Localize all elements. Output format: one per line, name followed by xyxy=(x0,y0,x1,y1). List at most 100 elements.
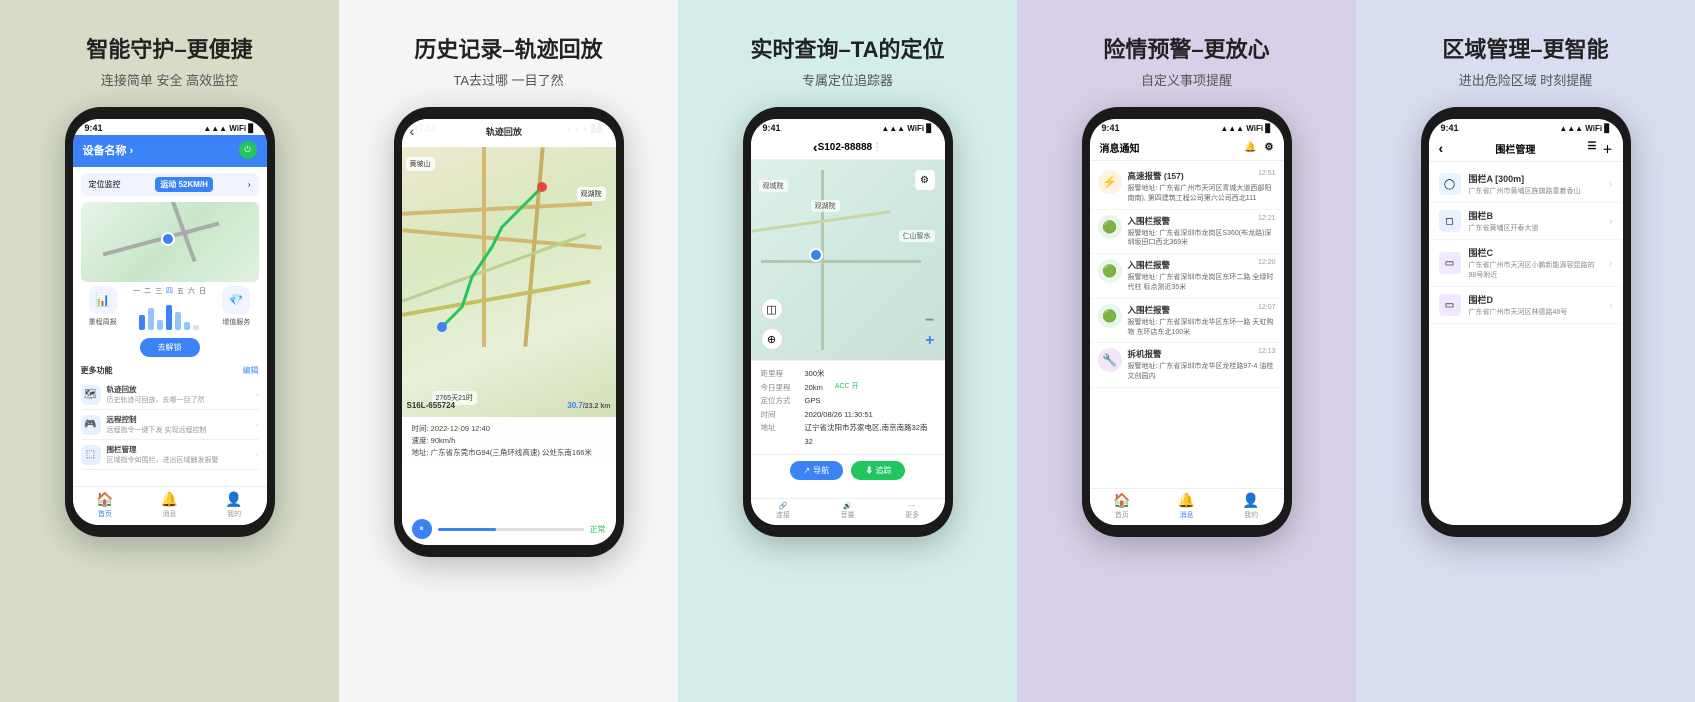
p3-app-header: ‹ S102-88888 ⋮ xyxy=(751,135,945,160)
p4-bottom-navigation: 🏠 首页 🔔 消息 👤 我的 xyxy=(1090,488,1284,525)
p2-info-speed: 速度: 90km/h xyxy=(412,435,606,447)
p4-bell-icon[interactable]: 🔔 xyxy=(1244,142,1256,153)
bar-chart-bar xyxy=(157,320,163,330)
fence-rect-icon-2: ▭ xyxy=(1439,294,1461,316)
person-icon: 👤 xyxy=(1242,492,1259,509)
nav-profile[interactable]: 👤 我的 xyxy=(225,491,242,519)
zoom-in-button[interactable]: + xyxy=(925,332,934,350)
p3-distance: 300米 xyxy=(805,367,825,381)
premium-icon: 💎 xyxy=(222,286,250,314)
fence-poly-icon: ◻ xyxy=(1439,210,1461,232)
p3-more-icon[interactable]: ⋮ xyxy=(872,142,882,153)
fence-name: 围栏D xyxy=(1469,293,1602,306)
p1-more-edit-button[interactable]: 编辑 xyxy=(243,365,259,376)
p5-fence-item-c[interactable]: ▭ 围栏C 广东省广州市天河区小鹏新能源容昆路的98号附近 › xyxy=(1429,240,1623,287)
alert-title: 入围栏报警 xyxy=(1128,259,1171,271)
p1-bottom-navigation: 🏠 首页 🔔 消息 👤 我的 xyxy=(73,486,267,525)
nav-connect[interactable]: 🔗连接 xyxy=(776,502,790,520)
p1-device-name: 设备名称 › xyxy=(83,142,134,158)
nav-home[interactable]: 🏠 首页 xyxy=(96,491,113,519)
map-settings-button[interactable]: ⚙ xyxy=(915,170,935,190)
item-desc: 远程指令一键下发 实现远程控制 xyxy=(107,425,207,435)
p1-service-premium[interactable]: 💎 增值服务 xyxy=(222,286,250,330)
panel-fence-mgmt: 区域管理–更智能 进出危险区域 时刻提醒 9:41 ▲▲▲ WiFi ▊ ‹ 围… xyxy=(1356,0,1695,702)
play-progress-track[interactable] xyxy=(438,528,584,531)
p3-navigate-button[interactable]: ↗ 导航 xyxy=(790,461,844,480)
relocate-button[interactable]: ⊕ xyxy=(761,328,783,350)
alert-desc: 报警地址: 广东省深圳市龙华区龙桂路97-4 油桂文创园内 xyxy=(1128,362,1276,382)
nav-messages[interactable]: 🔔 消息 xyxy=(161,491,178,519)
p1-unlock-button[interactable]: 去解锁 xyxy=(140,338,200,357)
nav-profile-label: 我的 xyxy=(227,509,241,519)
nav-label: 消息 xyxy=(1179,510,1193,520)
p1-service-weekly[interactable]: 📊 重程周报 xyxy=(89,286,117,330)
p1-more-item-fence[interactable]: ⬚ 围栏管理 区域指令如围栏，进出区域触发报警 › xyxy=(81,440,259,470)
p3-location-marker xyxy=(809,248,823,262)
bar-chart-bar xyxy=(148,308,154,330)
p2-info-time: 时间: 2022-12-09 12:40 xyxy=(412,423,606,435)
alert-time: 12:20 xyxy=(1258,259,1276,271)
bar-chart-bar xyxy=(193,325,199,330)
p3-track-button[interactable]: ⬇ 追踪 xyxy=(851,461,905,480)
panel-history: 历史记录–轨迹回放 TA去过哪 一目了然 17:50 ▲▲▲ ▊▊ ‹ 轨迹回放 xyxy=(339,0,678,702)
p4-alert-list: ⚡ 高速报警 (157) 12:51 报警地址: 广东省广州市天河区青城大道西部… xyxy=(1090,161,1284,392)
nav-volume[interactable]: 🔊音量 xyxy=(840,502,854,520)
status-bar-3: 9:41 ▲▲▲ WiFi ▊ xyxy=(751,119,945,135)
p3-map-road-h xyxy=(761,260,921,263)
p1-more-item-remote[interactable]: 🎮 远程控制 远程指令一键下发 实现远程控制 › xyxy=(81,410,259,440)
p1-services: 📊 重程周报 一二三四五六日 xyxy=(81,286,259,330)
layers-button[interactable]: ◫ xyxy=(761,298,783,320)
p4-nav-home[interactable]: 🏠 首页 xyxy=(1113,492,1130,520)
p4-alert-dismantle[interactable]: 🔧 拆机报警 12:13 报警地址: 广东省深圳市龙华区龙桂路97-4 油桂文创… xyxy=(1090,343,1284,388)
play-pause-button[interactable]: ⏸ xyxy=(412,519,432,539)
p1-power-button[interactable] xyxy=(239,141,257,159)
map-area-label: 观城院 xyxy=(759,180,788,192)
p2-playbar: ⏸ 正常 xyxy=(402,513,616,545)
status-bar-5: 9:41 ▲▲▲ WiFi ▊ xyxy=(1429,119,1623,135)
p5-fence-item-a[interactable]: ◯ 围栏A [300m] 广东省广州市黄埔区旌旗路靠着香山 › xyxy=(1429,166,1623,203)
alert-desc: 报警地址: 广东省深圳市龙华区东环一路 天虹购物 东环店东北100米 xyxy=(1128,318,1276,338)
p4-alert-fence-2[interactable]: 🟢 入围栏报警 12:20 报警地址: 广东省深圳市龙岗区东环二路 全绿时代柱 … xyxy=(1090,254,1284,299)
trajectory-icon: 🗺 xyxy=(81,385,101,405)
alert-time: 12:13 xyxy=(1258,348,1276,360)
nav-label: 首页 xyxy=(1115,510,1129,520)
bell-icon: 🔔 xyxy=(1178,492,1195,509)
fence-name: 围栏A [300m] xyxy=(1469,172,1602,185)
phone-mockup-2: 17:50 ▲▲▲ ▊▊ ‹ 轨迹回放 xyxy=(394,107,624,557)
nav-messages-label: 消息 xyxy=(162,509,176,519)
p4-alert-highway[interactable]: ⚡ 高速报警 (157) 12:51 报警地址: 广东省广州市天河区青城大道西部… xyxy=(1090,165,1284,210)
p5-fence-item-d[interactable]: ▭ 围栏D 广东省广州市天河区林德路48号 › xyxy=(1429,287,1623,324)
phone-mockup-1: 9:41 ▲▲▲ WiFi ▊ 设备名称 › 定位监控 运动 52KM/H › … xyxy=(65,107,275,537)
p5-back-button[interactable]: ‹ xyxy=(1439,140,1444,156)
route-id-label: S16L-655724 xyxy=(407,401,455,410)
alert-time: 12:51 xyxy=(1258,170,1276,182)
p4-alert-fence-1[interactable]: 🟢 入围栏报警 12:21 报警地址: 广东省深圳市龙岗区S360(布龙路)深圳… xyxy=(1090,210,1284,255)
zoom-out-button[interactable]: − xyxy=(925,312,934,330)
p4-nav-profile[interactable]: 👤 我的 xyxy=(1242,492,1259,520)
fence-addr: 广东省黄埔区开泰大道 xyxy=(1469,223,1602,233)
panel-alerts: 险情预警–更放心 自定义事项提醒 9:41 ▲▲▲ WiFi ▊ 消息通知 🔔 … xyxy=(1017,0,1356,702)
p4-nav-messages[interactable]: 🔔 消息 xyxy=(1178,492,1195,520)
p5-add-fence-button[interactable]: ＋ xyxy=(1602,141,1612,156)
panel-1-subtitle: 连接简单 安全 高效监控 xyxy=(101,70,238,89)
p1-speed-badge: 运动 52KM/H xyxy=(155,177,213,192)
item-title: 轨迹回放 xyxy=(107,384,205,395)
alert-time: 12:21 xyxy=(1258,215,1276,227)
arrow-right-icon: › xyxy=(1609,300,1612,311)
p2-info-card: 时间: 2022-12-09 12:40 速度: 90km/h 地址: 广东省东… xyxy=(402,417,616,465)
p3-address: 辽宁省沈阳市苏家电区,南京南路32南32 xyxy=(805,421,935,448)
panel-4-subtitle: 自定义事项提醒 xyxy=(1141,70,1232,89)
p4-settings-icon[interactable]: ⚙ xyxy=(1265,142,1274,153)
panel-3-subtitle: 专属定位追踪器 xyxy=(802,70,893,89)
p4-alert-fence-3[interactable]: 🟢 入围栏报警 12:07 报警地址: 广东省深圳市龙华区东环一路 天虹购物 东… xyxy=(1090,299,1284,344)
panel-2-subtitle: TA去过哪 一目了然 xyxy=(453,70,563,89)
fence-icon: ⬚ xyxy=(81,445,101,465)
p5-fence-item-b[interactable]: ◻ 围栏B 广东省黄埔区开泰大道 › xyxy=(1429,203,1623,240)
p5-list-view-icon[interactable]: ☰ xyxy=(1588,141,1597,156)
home-icon: 🏠 xyxy=(96,491,113,508)
highway-alert-icon: ⚡ xyxy=(1098,170,1122,194)
p1-more-section: 更多功能 编辑 🗺 轨迹回放 历史轨迹可回放，去哪一目了然 › 🎮 远程控制 远… xyxy=(81,365,259,470)
p1-more-item-trajectory[interactable]: 🗺 轨迹回放 历史轨迹可回放，去哪一目了然 › xyxy=(81,380,259,410)
nav-home-label: 首页 xyxy=(98,509,112,519)
nav-more[interactable]: ⋯更多 xyxy=(905,502,919,520)
